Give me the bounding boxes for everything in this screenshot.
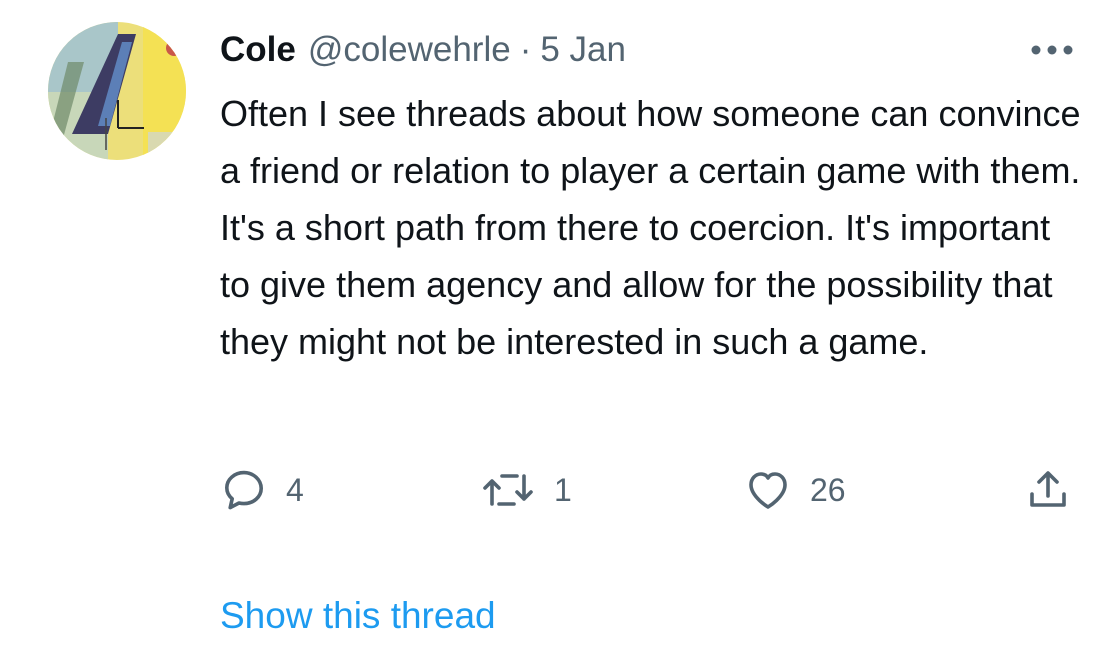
retweet-count: 1 bbox=[554, 471, 572, 508]
avatar-image bbox=[48, 22, 186, 160]
retweet-button[interactable]: 1 bbox=[482, 462, 572, 518]
like-button[interactable]: 26 bbox=[744, 462, 846, 518]
heart-icon bbox=[749, 472, 787, 509]
separator-dot: · bbox=[519, 30, 532, 69]
more-horizontal-icon bbox=[1031, 45, 1073, 55]
author-handle[interactable]: @colewehrle bbox=[308, 30, 511, 70]
author-name[interactable]: Cole bbox=[220, 30, 296, 70]
avatar[interactable] bbox=[48, 22, 186, 160]
reply-icon bbox=[225, 470, 263, 510]
action-bar: 4 1 26 bbox=[0, 462, 1098, 518]
like-count: 26 bbox=[810, 471, 846, 508]
timestamp[interactable]: 5 Jan bbox=[540, 30, 626, 70]
retweet-icon bbox=[483, 474, 533, 506]
share-button[interactable] bbox=[1024, 462, 1072, 518]
show-thread-link[interactable]: Show this thread bbox=[220, 595, 496, 637]
more-button[interactable] bbox=[1028, 40, 1076, 60]
tweet-header: Cole @colewehrle · 5 Jan bbox=[220, 28, 626, 72]
tweet-text: Often I see threads about how someone ca… bbox=[220, 93, 1081, 362]
share-icon bbox=[1030, 471, 1066, 507]
reply-button[interactable]: 4 bbox=[220, 462, 304, 518]
reply-count: 4 bbox=[286, 471, 304, 508]
